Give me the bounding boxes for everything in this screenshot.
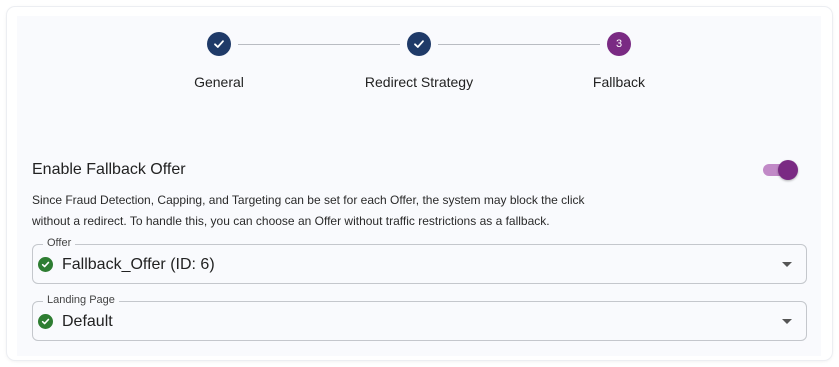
step-2-label[interactable]: Redirect Strategy bbox=[365, 74, 473, 90]
fallback-description: Since Fraud Detection, Capping, and Targ… bbox=[32, 190, 672, 232]
offer-select-value: Fallback_Offer (ID: 6) bbox=[62, 256, 215, 273]
step-1-label[interactable]: General bbox=[194, 74, 244, 90]
landing-page-select-value: Default bbox=[62, 313, 113, 330]
description-line-2: without a redirect. To handle this, you … bbox=[32, 214, 550, 228]
offer-select[interactable]: Offer Fallback_Offer (ID: 6) bbox=[32, 237, 807, 284]
dropdown-caret-icon[interactable] bbox=[782, 319, 792, 324]
step-3-number[interactable]: 3 bbox=[607, 32, 631, 56]
landing-page-select-label: Landing Page bbox=[43, 294, 119, 306]
check-circle-icon bbox=[38, 257, 53, 272]
enable-fallback-title: Enable Fallback Offer bbox=[32, 161, 186, 178]
step-2-check-icon[interactable] bbox=[407, 32, 431, 56]
landing-page-select[interactable]: Landing Page Default bbox=[32, 294, 807, 341]
dropdown-caret-icon[interactable] bbox=[782, 262, 792, 267]
offer-select-label: Offer bbox=[43, 237, 76, 249]
step-1-check-icon[interactable] bbox=[207, 32, 231, 56]
step-3-label[interactable]: Fallback bbox=[593, 74, 645, 90]
check-circle-icon bbox=[38, 314, 53, 329]
step-connector-2 bbox=[438, 44, 600, 45]
step-connector-1 bbox=[238, 44, 400, 45]
description-line-1: Since Fraud Detection, Capping, and Targ… bbox=[32, 193, 585, 207]
enable-fallback-toggle[interactable] bbox=[761, 159, 799, 181]
toggle-thumb bbox=[778, 160, 798, 180]
